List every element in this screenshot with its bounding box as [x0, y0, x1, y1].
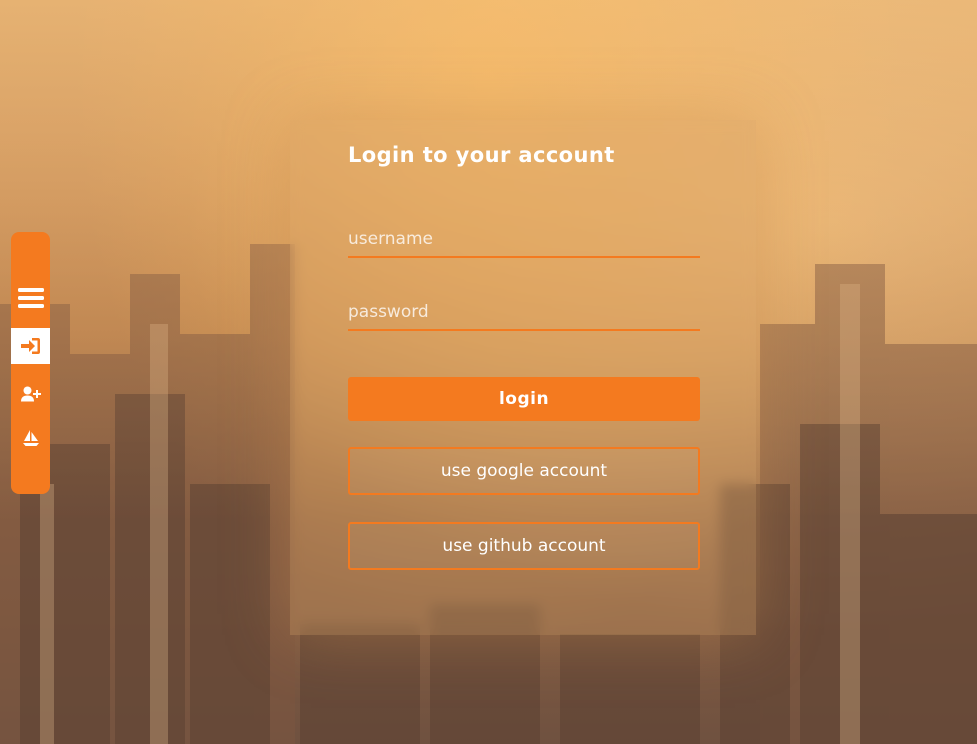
sidebar-item-register[interactable] [11, 376, 50, 412]
user-plus-icon [20, 386, 41, 402]
sidebar-nav [11, 232, 50, 494]
username-input[interactable] [348, 222, 700, 258]
menu-icon [17, 288, 44, 308]
sidebar-item-sign-in[interactable] [11, 328, 50, 364]
sidebar-item-menu[interactable] [11, 280, 50, 316]
login-button[interactable]: login [348, 377, 700, 421]
login-title: Login to your account [348, 143, 615, 167]
sign-in-icon [20, 338, 40, 354]
github-login-button[interactable]: use github account [348, 522, 700, 570]
google-login-button[interactable]: use google account [348, 447, 700, 495]
login-page: Login to your account login use google a… [0, 0, 977, 744]
password-input[interactable] [348, 295, 700, 331]
sailboat-icon [22, 430, 39, 446]
sidebar-item-sail[interactable] [11, 420, 50, 456]
